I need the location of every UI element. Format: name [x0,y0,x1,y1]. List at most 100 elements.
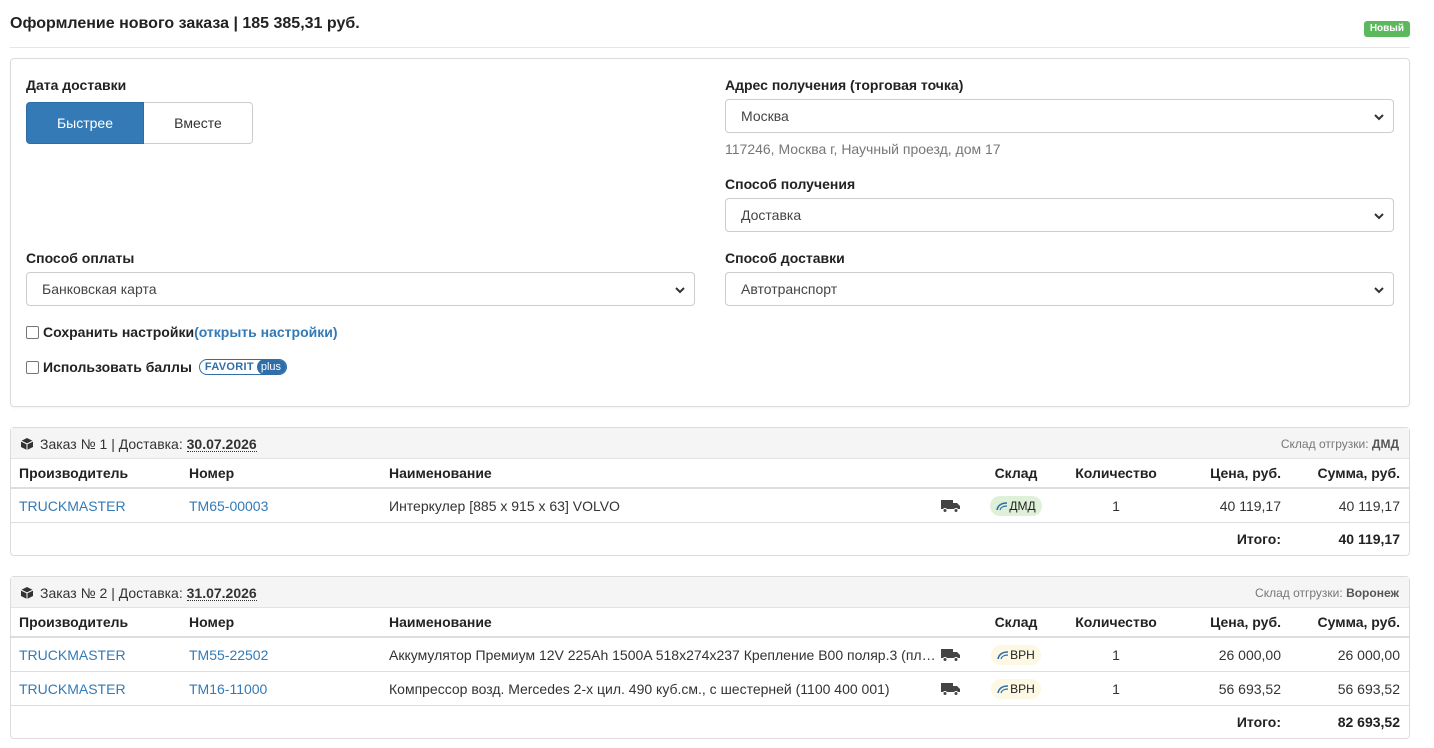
col-manufacturer: Производитель [19,614,129,630]
total-value: 82 693,52 [1337,714,1400,730]
item-quantity: 1 [1112,497,1120,514]
chevron-down-icon [1374,287,1384,294]
item-sum: 40 119,17 [1338,497,1400,514]
save-settings-row: Сохранить настройки (открыть настройки) [26,324,338,340]
table-row: TRUCKMASTER TM16-11000 Компрессор возд. … [11,672,1409,706]
item-quantity: 1 [1112,646,1120,663]
use-points-checkbox[interactable] [26,360,39,374]
ship-from-value: Воронеж [1346,586,1399,600]
address-select[interactable]: Москва [725,99,1394,133]
col-number: Номер [189,614,235,630]
order-header: Заказ № 1 | Доставка: 30.07.2026 Склад о… [11,428,1409,459]
order-title: Заказ № 2 | Доставка: [40,585,183,601]
page-title: Оформление нового заказа | 185 385,31 ру… [10,15,360,32]
order-header: Заказ № 2 | Доставка: 31.07.2026 Склад о… [11,577,1409,608]
ship-from-label: Склад отгрузки: [1280,437,1369,451]
item-name-text: Интеркулер [885 x 915 x 63] VOLVO [389,497,620,514]
table-header-row: Производитель Номер Наименование Склад К… [11,459,1409,489]
item-name: Интеркулер [885 x 915 x 63] VOLVO [389,489,937,522]
order-delivery-date[interactable]: 31.07.2026 [186,586,257,601]
manufacturer-link[interactable]: TRUCKMASTER [19,638,126,671]
order-title: Заказ № 1 | Доставка: [40,436,183,452]
delivery-method-select[interactable]: Автотранспорт [725,272,1394,306]
receive-method-label: Способ получения [725,176,856,192]
chevron-down-icon [675,287,685,294]
delivery-method-label: Способ доставки [725,250,845,266]
truck-icon [941,638,961,671]
receive-method-value: Доставка [741,207,802,223]
order-block-2: Заказ № 2 | Доставка: 31.07.2026 Склад о… [10,576,1410,739]
col-number: Номер [189,465,235,481]
total-value: 40 119,17 [1338,531,1400,547]
col-quantity: Количество [1075,614,1157,630]
payment-label: Способ оплаты [26,250,135,266]
receive-method-select[interactable]: Доставка [725,198,1394,232]
warehouse-logo-icon [997,650,1009,659]
col-manufacturer: Производитель [19,465,129,481]
use-points-label[interactable]: Использовать баллы [43,359,192,375]
item-sum: 56 693,52 [1337,680,1400,697]
truck-icon [941,672,961,705]
manufacturer-link[interactable]: TRUCKMASTER [19,672,126,705]
warehouse-code: ВРН [1010,681,1035,696]
col-name: Наименование [389,614,492,630]
chevron-down-icon [1374,114,1384,121]
col-price: Цена, руб. [1210,465,1281,481]
col-name: Наименование [389,465,492,481]
total-label: Итого: [1236,714,1281,730]
part-number-link[interactable]: TM16-11000 [189,672,267,705]
delivery-faster-button[interactable]: Быстрее [26,102,144,144]
delivery-date-toggle: Быстрее Вместе [26,102,253,144]
item-price: 26 000,00 [1218,646,1281,663]
favorit-plus-logo: FAVORIT plus [198,359,288,375]
order-settings-panel: Дата доставки Быстрее Вместе Адрес получ… [10,58,1410,407]
open-settings-link[interactable]: (открыть настройки) [194,324,337,340]
warehouse-badge: ВРН [971,638,1061,671]
address-detail: 117246, Москва г, Научный проезд, дом 17 [725,141,1001,157]
order-delivery-date[interactable]: 30.07.2026 [186,437,257,452]
manufacturer-link[interactable]: TRUCKMASTER [19,489,126,522]
truck-icon [941,489,961,522]
item-name-text: Компрессор возд. Mercedes 2-х цил. 490 к… [389,680,890,697]
chevron-down-icon [1374,213,1384,220]
item-price: 40 119,17 [1219,497,1281,514]
page-header: Оформление нового заказа | 185 385,31 ру… [10,0,1410,48]
warehouse-badge: ВРН [971,672,1061,705]
warehouse-logo-icon [997,684,1009,693]
col-sum: Сумма, руб. [1317,614,1401,630]
item-sum: 26 000,00 [1337,646,1400,663]
item-quantity: 1 [1112,680,1120,697]
address-select-value: Москва [741,108,789,124]
address-label: Адрес получения (торговая точка) [725,77,964,93]
delivery-date-label: Дата доставки [26,77,127,93]
warehouse-logo-icon [996,501,1008,510]
box-icon [20,438,34,450]
col-price: Цена, руб. [1210,614,1281,630]
order-block-1: Заказ № 1 | Доставка: 30.07.2026 Склад о… [10,427,1410,556]
payment-select[interactable]: Банковская карта [26,272,695,306]
ship-from-label: Склад отгрузки: [1255,586,1343,600]
item-name: Аккумулятор Премиум 12V 225Ah 1500A 518x… [389,638,937,671]
warehouse-code: ДМД [1009,498,1036,513]
total-label: Итого: [1236,531,1281,547]
table-row: TRUCKMASTER TM65-00003 Интеркулер [885 x… [11,489,1409,523]
part-number-link[interactable]: TM55-22502 [189,638,268,671]
warehouse-badge: ДМД [971,489,1061,522]
item-name: Компрессор возд. Mercedes 2-х цил. 490 к… [389,672,937,705]
item-price: 56 693,52 [1218,680,1281,697]
status-badge: Новый [1363,21,1410,37]
warehouse-code: ВРН [1010,647,1035,662]
payment-value: Банковская карта [42,281,157,297]
favorit-logo-text: FAVORIT [204,361,254,373]
favorit-logo-plus: plus [256,360,287,374]
part-number-link[interactable]: TM65-00003 [189,489,268,522]
save-settings-label[interactable]: Сохранить настройки [43,324,194,340]
delivery-together-button[interactable]: Вместе [144,102,253,144]
item-name-text: Аккумулятор Премиум 12V 225Ah 1500A 518x… [389,646,936,663]
save-settings-checkbox[interactable] [26,325,39,339]
ship-from-value: ДМД [1371,437,1399,451]
order-total-row: Итого: 40 119,17 [11,523,1409,555]
col-quantity: Количество [1075,465,1157,481]
table-row: TRUCKMASTER TM55-22502 Аккумулятор Преми… [11,638,1409,672]
table-header-row: Производитель Номер Наименование Склад К… [11,608,1409,638]
